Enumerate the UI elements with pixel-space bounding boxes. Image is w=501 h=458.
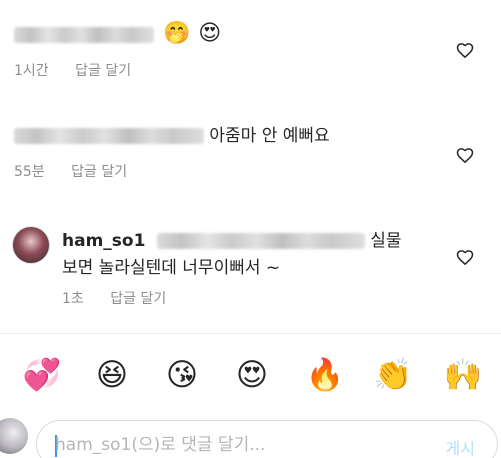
comment-3-text-end: 실물 xyxy=(370,231,402,251)
divider xyxy=(0,333,501,334)
comment-3-text-line-1: ham_so1 실물 xyxy=(62,229,402,253)
comment-2-text: 아줌마 안 예뻐요 xyxy=(209,126,330,146)
comment-2-reply-button[interactable]: 답글 달기 xyxy=(71,164,127,180)
comment-3-text-line-2: 보면 놀라실텐데 너무이뻐서 ~ xyxy=(62,256,280,280)
emoji-kiss-button[interactable]: 😘 xyxy=(162,355,202,395)
like-heart-icon[interactable] xyxy=(455,145,475,165)
comment-1-text-line: 🤭 😍 xyxy=(14,22,221,47)
blurred-username-text xyxy=(14,27,154,43)
comment-1-emoji-2: 😍 xyxy=(198,21,222,46)
comment-2-text-line: 아줌마 안 예뻐요 xyxy=(14,124,330,148)
comment-3-text-line-2-content: 보면 놀라실텐데 너무이뻐서 ~ xyxy=(62,258,281,278)
my-avatar xyxy=(0,418,28,454)
like-heart-icon[interactable] xyxy=(455,40,475,60)
emoji-heart-eyes-button[interactable]: 😍 xyxy=(232,355,272,395)
comment-3-meta: 1초 답글 달기 xyxy=(62,290,166,308)
comment-2-time: 55분 xyxy=(14,164,45,180)
comment-3-reply-button[interactable]: 답글 달기 xyxy=(110,291,166,307)
comment-input-box: 게시 xyxy=(36,420,498,458)
emoji-grinning-squinting-button[interactable]: 😆 xyxy=(92,355,132,395)
comment-3-username[interactable]: ham_so1 xyxy=(62,231,145,251)
comment-1-reply-button[interactable]: 답글 달기 xyxy=(75,63,131,79)
emoji-fire-button[interactable]: 🔥 xyxy=(305,355,345,395)
comment-2-meta: 55분 답글 달기 xyxy=(14,163,127,181)
blurred-mention-text xyxy=(156,233,365,249)
like-heart-icon[interactable] xyxy=(455,247,475,267)
blurred-username-text xyxy=(14,128,204,144)
quick-emoji-bar: 💞 😆 😘 😍 🔥 👏 🙌 xyxy=(0,355,501,395)
commenter-avatar[interactable] xyxy=(12,226,50,264)
comment-1-time: 1시간 xyxy=(14,63,49,79)
emoji-clapping-button[interactable]: 👏 xyxy=(373,355,413,395)
comment-3-time: 1초 xyxy=(62,291,84,307)
post-button[interactable]: 게시 xyxy=(446,435,475,458)
comment-1-emoji-1: 🤭 xyxy=(163,21,191,46)
emoji-two-hearts-button[interactable]: 💞 xyxy=(22,355,62,395)
comments-screen: 🤭 😍 1시간 답글 달기 아줌마 안 예뻐요 55분 답글 달기 ham_so… xyxy=(0,0,501,458)
emoji-raised-hands-button[interactable]: 🙌 xyxy=(443,355,483,395)
comment-input[interactable] xyxy=(53,429,417,458)
comment-1-meta: 1시간 답글 달기 xyxy=(14,62,131,80)
